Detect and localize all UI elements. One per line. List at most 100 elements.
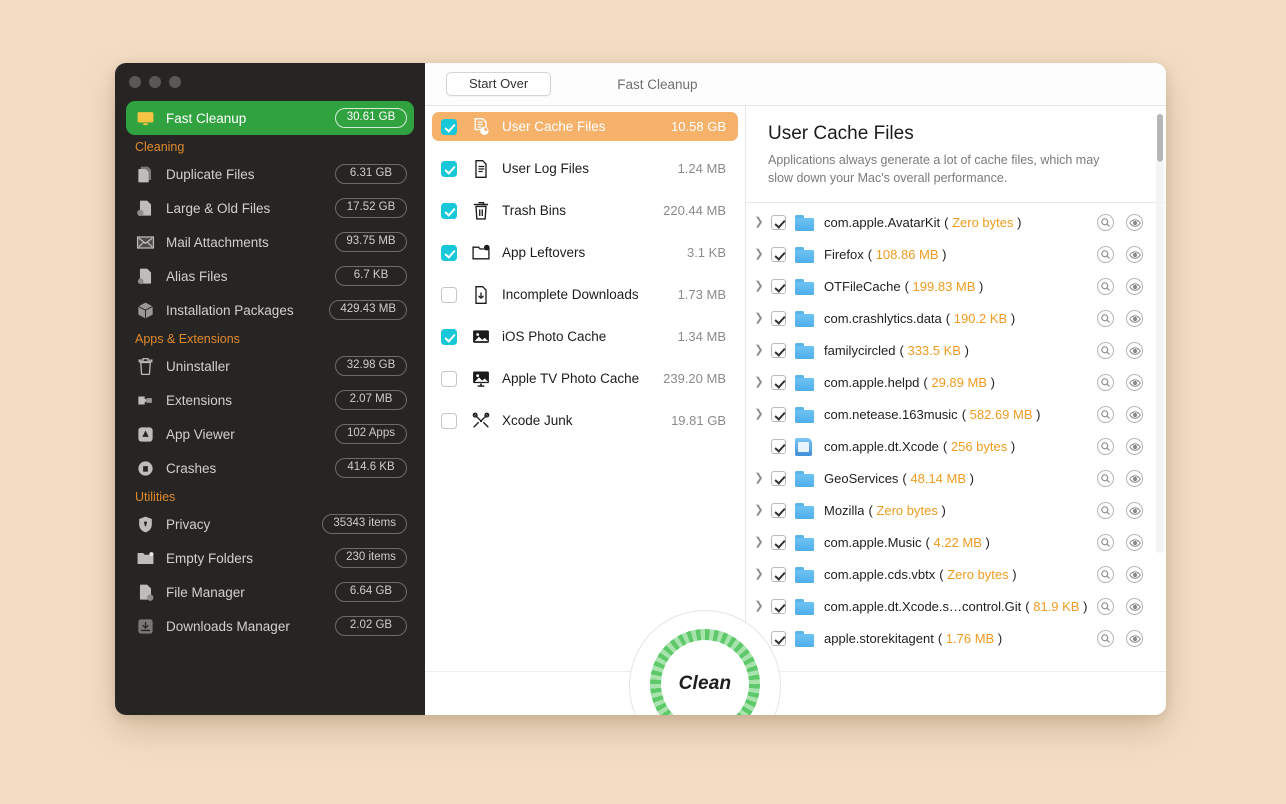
preview-eye-icon[interactable]: [1126, 598, 1143, 615]
category-row-trash-bins[interactable]: Trash Bins220.44 MB: [432, 196, 738, 225]
expand-chevron-icon[interactable]: ❯: [752, 217, 766, 228]
preview-eye-icon[interactable]: [1126, 534, 1143, 551]
reveal-magnifier-icon[interactable]: [1097, 470, 1114, 487]
category-checkbox[interactable]: [441, 287, 457, 303]
preview-eye-icon[interactable]: [1126, 438, 1143, 455]
detail-row[interactable]: ❯com.apple.Music( 4.22 MB ): [746, 527, 1166, 559]
preview-eye-icon[interactable]: [1126, 214, 1143, 231]
category-checkbox[interactable]: [441, 119, 457, 135]
expand-chevron-icon[interactable]: ❯: [752, 249, 766, 260]
sidebar-item-crashes[interactable]: Crashes414.6 KB: [126, 451, 414, 485]
detail-scrollbar[interactable]: [1156, 113, 1164, 553]
category-row-incomplete-downloads[interactable]: Incomplete Downloads1.73 MB: [432, 280, 738, 309]
detail-checkbox[interactable]: [771, 535, 786, 550]
category-checkbox[interactable]: [441, 161, 457, 177]
detail-checkbox[interactable]: [771, 439, 786, 454]
detail-checkbox[interactable]: [771, 599, 786, 614]
preview-eye-icon[interactable]: [1126, 278, 1143, 295]
sidebar-item-large-old-files[interactable]: Large & Old Files17.52 GB: [126, 191, 414, 225]
preview-eye-icon[interactable]: [1126, 566, 1143, 583]
reveal-magnifier-icon[interactable]: [1097, 342, 1114, 359]
detail-checkbox[interactable]: [771, 215, 786, 230]
category-checkbox[interactable]: [441, 329, 457, 345]
sidebar-item-privacy[interactable]: Privacy35343 items: [126, 507, 414, 541]
preview-eye-icon[interactable]: [1126, 246, 1143, 263]
reveal-magnifier-icon[interactable]: [1097, 246, 1114, 263]
reveal-magnifier-icon[interactable]: [1097, 534, 1114, 551]
close-button[interactable]: [129, 76, 141, 88]
sidebar-item-mail-attachments[interactable]: Mail Attachments93.75 MB: [126, 225, 414, 259]
detail-row[interactable]: ❯com.netease.163music( 582.69 MB ): [746, 399, 1166, 431]
maximize-button[interactable]: [169, 76, 181, 88]
expand-chevron-icon[interactable]: ❯: [752, 537, 766, 548]
sidebar-item-fast-cleanup[interactable]: Fast Cleanup30.61 GB: [126, 101, 414, 135]
sidebar-item-alias-files[interactable]: Alias Files6.7 KB: [126, 259, 414, 293]
reveal-magnifier-icon[interactable]: [1097, 278, 1114, 295]
category-row-app-leftovers[interactable]: App Leftovers3.1 KB: [432, 238, 738, 267]
scrollbar-thumb[interactable]: [1156, 113, 1164, 163]
reveal-magnifier-icon[interactable]: [1097, 502, 1114, 519]
reveal-magnifier-icon[interactable]: [1097, 598, 1114, 615]
expand-chevron-icon[interactable]: ❯: [752, 409, 766, 420]
detail-row[interactable]: ❯GeoServices( 48.14 MB ): [746, 463, 1166, 495]
sidebar-item-app-viewer[interactable]: App Viewer102 Apps: [126, 417, 414, 451]
category-row-user-cache-files[interactable]: User Cache Files10.58 GB: [432, 112, 738, 141]
preview-eye-icon[interactable]: [1126, 406, 1143, 423]
detail-row[interactable]: ❯com.apple.dt.Xcode( 256 bytes ): [746, 431, 1166, 463]
detail-checkbox[interactable]: [771, 407, 786, 422]
detail-row[interactable]: ❯com.apple.helpd( 29.89 MB ): [746, 367, 1166, 399]
preview-eye-icon[interactable]: [1126, 470, 1143, 487]
sidebar-item-uninstaller[interactable]: Uninstaller32.98 GB: [126, 349, 414, 383]
reveal-magnifier-icon[interactable]: [1097, 406, 1114, 423]
reveal-magnifier-icon[interactable]: [1097, 310, 1114, 327]
detail-checkbox[interactable]: [771, 375, 786, 390]
category-row-apple-tv-photo-cache[interactable]: Apple TV Photo Cache239.20 MB: [432, 364, 738, 393]
expand-chevron-icon[interactable]: ❯: [752, 313, 766, 324]
expand-chevron-icon[interactable]: ❯: [752, 345, 766, 356]
expand-chevron-icon[interactable]: ❯: [752, 601, 766, 612]
detail-row[interactable]: ❯com.apple.AvatarKit( Zero bytes ): [746, 207, 1166, 239]
detail-checkbox[interactable]: [771, 471, 786, 486]
expand-chevron-icon[interactable]: ❯: [752, 377, 766, 388]
detail-row[interactable]: ❯com.crashlytics.data( 190.2 KB ): [746, 303, 1166, 335]
preview-eye-icon[interactable]: [1126, 502, 1143, 519]
category-row-ios-photo-cache[interactable]: iOS Photo Cache1.34 MB: [432, 322, 738, 351]
category-checkbox[interactable]: [441, 203, 457, 219]
reveal-magnifier-icon[interactable]: [1097, 214, 1114, 231]
detail-checkbox[interactable]: [771, 247, 786, 262]
sidebar-item-file-manager[interactable]: File Manager6.64 GB: [126, 575, 414, 609]
preview-eye-icon[interactable]: [1126, 374, 1143, 391]
sidebar-item-duplicate-files[interactable]: Duplicate Files6.31 GB: [126, 157, 414, 191]
category-row-xcode-junk[interactable]: Xcode Junk19.81 GB: [432, 406, 738, 435]
minimize-button[interactable]: [149, 76, 161, 88]
reveal-magnifier-icon[interactable]: [1097, 438, 1114, 455]
reveal-magnifier-icon[interactable]: [1097, 374, 1114, 391]
category-checkbox[interactable]: [441, 245, 457, 261]
detail-row[interactable]: ❯apple.storekitagent( 1.76 MB ): [746, 623, 1166, 655]
detail-checkbox[interactable]: [771, 503, 786, 518]
expand-chevron-icon[interactable]: ❯: [752, 505, 766, 516]
reveal-magnifier-icon[interactable]: [1097, 566, 1114, 583]
category-row-user-log-files[interactable]: User Log Files1.24 MB: [432, 154, 738, 183]
detail-checkbox[interactable]: [771, 311, 786, 326]
detail-checkbox[interactable]: [771, 343, 786, 358]
preview-eye-icon[interactable]: [1126, 342, 1143, 359]
sidebar-item-empty-folders[interactable]: Empty Folders230 items: [126, 541, 414, 575]
detail-row[interactable]: ❯Mozilla( Zero bytes ): [746, 495, 1166, 527]
detail-row[interactable]: ❯com.apple.cds.vbtx( Zero bytes ): [746, 559, 1166, 591]
expand-chevron-icon[interactable]: ❯: [752, 473, 766, 484]
expand-chevron-icon[interactable]: ❯: [752, 281, 766, 292]
start-over-button[interactable]: Start Over: [446, 72, 551, 96]
sidebar-item-installation-packages[interactable]: Installation Packages429.43 MB: [126, 293, 414, 327]
detail-row[interactable]: ❯familycircled( 333.5 KB ): [746, 335, 1166, 367]
detail-checkbox[interactable]: [771, 279, 786, 294]
category-checkbox[interactable]: [441, 371, 457, 387]
detail-row[interactable]: ❯OTFileCache( 199.83 MB ): [746, 271, 1166, 303]
reveal-magnifier-icon[interactable]: [1097, 630, 1114, 647]
expand-chevron-icon[interactable]: ❯: [752, 569, 766, 580]
category-checkbox[interactable]: [441, 413, 457, 429]
sidebar-item-downloads-manager[interactable]: Downloads Manager2.02 GB: [126, 609, 414, 643]
preview-eye-icon[interactable]: [1126, 310, 1143, 327]
detail-checkbox[interactable]: [771, 567, 786, 582]
sidebar-item-extensions[interactable]: Extensions2.07 MB: [126, 383, 414, 417]
